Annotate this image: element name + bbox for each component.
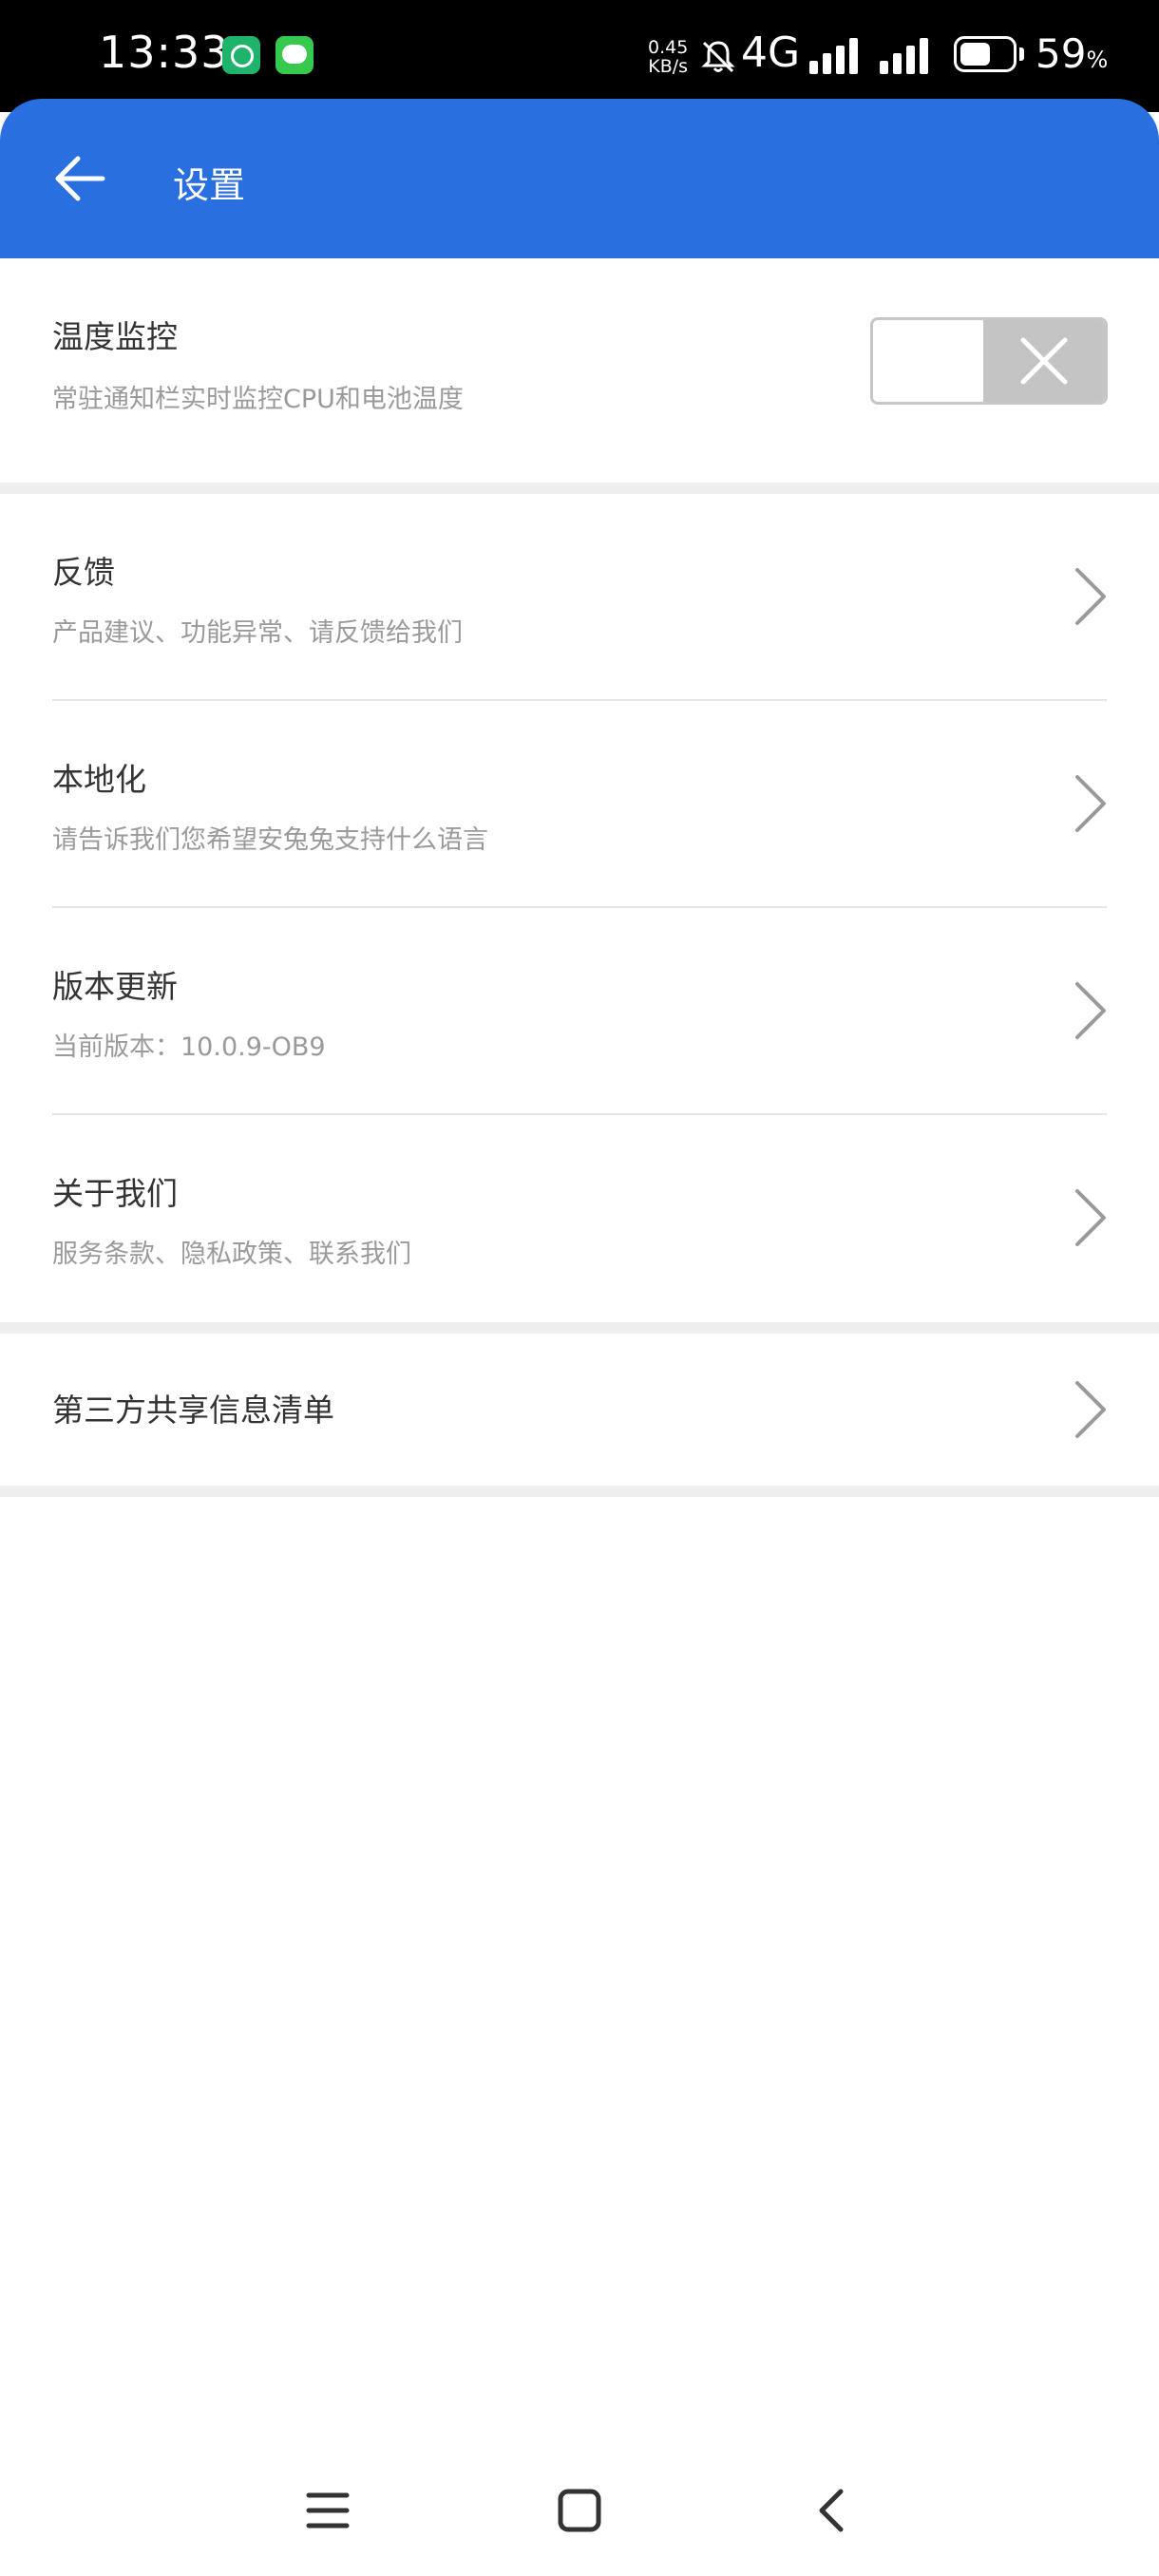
settings-screen: 13:33 0.45 KB/s 4G 59% 设置 温度监控 常驻通知栏实时监控… <box>0 0 1159 2576</box>
setting-title: 版本更新 <box>52 968 178 1005</box>
setting-about-us[interactable]: 关于我们 服务条款、隐私政策、联系我们 <box>0 1115 1159 1322</box>
battery-icon <box>954 36 1016 72</box>
chevron-right-icon <box>1075 775 1106 832</box>
section-divider <box>0 1322 1159 1334</box>
setting-title: 本地化 <box>52 761 146 798</box>
home-button[interactable] <box>546 2477 613 2544</box>
battery-percentage: 59% <box>1036 30 1108 77</box>
network-type: 4G <box>741 28 801 77</box>
arrow-left-icon <box>55 156 105 201</box>
setting-feedback[interactable]: 反馈 产品建议、功能异常、请反馈给我们 <box>0 494 1159 701</box>
menu-button[interactable] <box>294 2477 361 2544</box>
chevron-right-icon <box>1075 568 1106 625</box>
menu-icon <box>306 2492 350 2529</box>
network-speed-value: 0.45 <box>648 37 689 58</box>
battery-tip <box>1019 47 1024 61</box>
network-speed: 0.45 KB/s <box>648 38 688 76</box>
page-title: 设置 <box>173 164 246 206</box>
network-speed-unit: KB/s <box>648 56 689 77</box>
setting-subtitle: 产品建议、功能异常、请反馈给我们 <box>52 618 463 648</box>
chevron-right-icon <box>1075 1189 1106 1246</box>
setting-version-update[interactable]: 版本更新 当前版本：10.0.9-OB9 <box>0 908 1159 1115</box>
setting-title: 关于我们 <box>52 1175 178 1212</box>
temperature-monitor-toggle[interactable] <box>870 317 1108 405</box>
setting-subtitle: 请告诉我们您希望安兔兔支持什么语言 <box>52 825 488 855</box>
back-button[interactable] <box>46 141 114 217</box>
mute-bell-icon <box>701 41 735 73</box>
signal-strength-icon <box>880 38 928 74</box>
status-bar: 13:33 0.45 KB/s 4G 59% <box>0 0 1159 112</box>
chevron-right-icon <box>1075 1381 1106 1438</box>
360-security-icon <box>222 36 260 74</box>
setting-title: 温度监控 <box>52 318 178 355</box>
back-nav-button[interactable] <box>798 2477 864 2544</box>
toggle-off-indicator <box>983 320 1105 402</box>
battery-percentage-value: 59 <box>1036 30 1087 77</box>
setting-subtitle: 常驻通知栏实时监控CPU和电池温度 <box>52 385 464 414</box>
section-divider <box>0 1486 1159 1497</box>
setting-subtitle: 当前版本：10.0.9-OB9 <box>52 1032 326 1062</box>
setting-localization[interactable]: 本地化 请告诉我们您希望安兔兔支持什么语言 <box>0 701 1159 908</box>
section-divider <box>0 483 1159 494</box>
signal-strength-icon <box>809 38 858 74</box>
app-bar: 设置 <box>0 99 1159 258</box>
status-time: 13:33 <box>99 27 230 78</box>
setting-title: 第三方共享信息清单 <box>52 1392 334 1429</box>
back-icon <box>819 2489 844 2532</box>
setting-title: 反馈 <box>52 554 115 591</box>
battery-percentage-unit: % <box>1086 47 1109 73</box>
setting-third-party-list[interactable]: 第三方共享信息清单 <box>0 1334 1159 1486</box>
chevron-right-icon <box>1075 982 1106 1039</box>
setting-subtitle: 服务条款、隐私政策、联系我们 <box>52 1240 411 1269</box>
home-icon <box>558 2489 601 2532</box>
battery-level-fill <box>960 43 990 66</box>
system-nav-bar <box>0 2460 1159 2555</box>
close-icon <box>1020 337 1068 385</box>
wechat-icon <box>276 36 314 74</box>
